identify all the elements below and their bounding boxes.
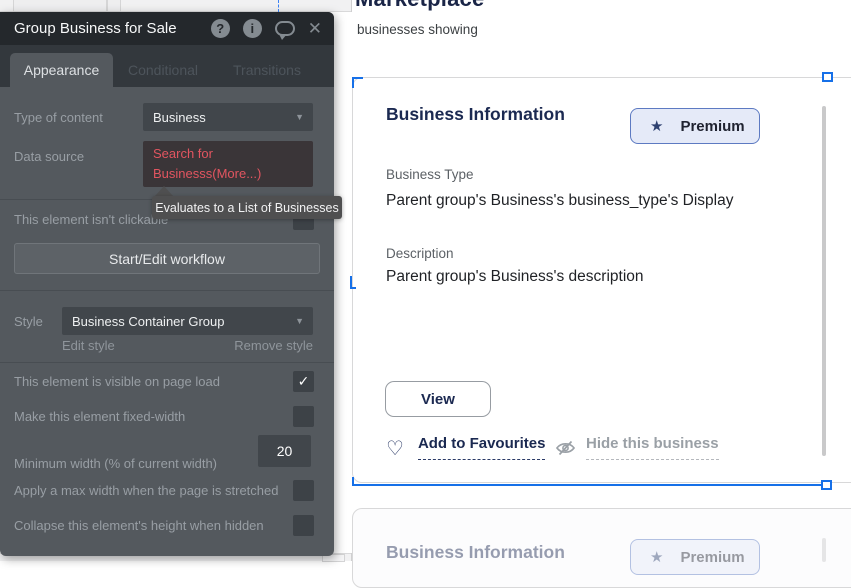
editor-top-strip xyxy=(0,0,352,12)
type-of-content-value: Business xyxy=(153,110,206,125)
editor-chrome-box xyxy=(107,0,121,12)
close-icon[interactable]: ✕ xyxy=(308,20,322,37)
selection-bottom-line xyxy=(352,484,830,486)
hide-business-link[interactable]: Hide this business xyxy=(555,435,719,460)
start-edit-workflow-button[interactable]: Start/Edit workflow xyxy=(14,243,320,274)
clickable-label: This element isn't clickable xyxy=(14,212,168,227)
chevron-down-icon: ▼ xyxy=(295,112,304,122)
ruler-guide-line xyxy=(278,0,279,12)
tab-conditional[interactable]: Conditional xyxy=(118,53,208,87)
star-icon: ★ xyxy=(650,548,663,566)
visible-label: This element is visible on page load xyxy=(14,374,220,389)
fixed-width-checkbox[interactable] xyxy=(293,406,314,427)
help-icon[interactable]: ? xyxy=(211,19,230,38)
collapse-label: Collapse this element's height when hidd… xyxy=(14,518,264,533)
view-button[interactable]: View xyxy=(385,381,491,417)
page-edge-line xyxy=(351,0,352,12)
collapse-row: Collapse this element's height when hidd… xyxy=(14,515,314,536)
card-heading: Business Information xyxy=(386,104,565,125)
business-type-value: Parent group's Business's business_type'… xyxy=(386,192,733,210)
tab-appearance[interactable]: Appearance xyxy=(10,53,113,87)
type-of-content-label: Type of content xyxy=(14,110,103,125)
premium-badge[interactable]: ★ Premium xyxy=(630,108,760,144)
style-dropdown[interactable]: Business Container Group ▼ xyxy=(62,307,313,335)
evaluates-tooltip: Evaluates to a List of Businesses xyxy=(152,196,342,219)
edit-style-link[interactable]: Edit style xyxy=(62,338,115,353)
divider xyxy=(0,290,334,291)
eye-off-icon xyxy=(555,439,576,457)
visible-checkbox[interactable]: ✓ xyxy=(293,371,314,392)
type-of-content-dropdown[interactable]: Business ▼ xyxy=(143,103,313,131)
property-editor-panel: Group Business for Sale ? i ✕ Appearance… xyxy=(0,12,334,556)
panel-tabstrip: Appearance Conditional Transitions xyxy=(0,45,334,87)
premium-label: Premium xyxy=(680,549,744,566)
max-width-label: Apply a max width when the page is stret… xyxy=(14,483,278,498)
hide-business-label: Hide this business xyxy=(586,435,719,460)
card-scrollbar[interactable] xyxy=(822,538,826,562)
add-to-favourites-link[interactable]: ♡ Add to Favourites xyxy=(386,435,545,460)
card-scrollbar[interactable] xyxy=(822,106,826,456)
tab-transitions[interactable]: Transitions xyxy=(222,53,312,87)
selection-top-handle[interactable] xyxy=(822,72,833,82)
data-source-label: Data source xyxy=(14,149,84,164)
business-type-label: Business Type xyxy=(386,167,474,182)
collapse-checkbox[interactable] xyxy=(293,515,314,536)
remove-style-link[interactable]: Remove style xyxy=(234,338,313,353)
panel-header: Group Business for Sale ? i ✕ xyxy=(0,12,334,45)
min-width-label: Minimum width (% of current width) xyxy=(14,456,217,471)
max-width-row: Apply a max width when the page is stret… xyxy=(14,480,314,501)
chevron-down-icon: ▼ xyxy=(295,316,304,326)
panel-title: Group Business for Sale xyxy=(0,20,177,37)
premium-label: Premium xyxy=(680,118,744,135)
selection-top-left-bracket xyxy=(352,77,354,88)
editor-chrome-box xyxy=(13,0,107,12)
business-card-faded: Business Information ★ Premium xyxy=(352,508,851,588)
businesses-showing-text: businesses showing xyxy=(357,22,478,37)
fixed-width-row: Make this element fixed-width xyxy=(14,406,314,427)
selection-bottom-handle[interactable] xyxy=(821,480,832,490)
description-value: Parent group's Business's description xyxy=(386,268,644,286)
add-to-favourites-label: Add to Favourites xyxy=(418,435,546,460)
data-source-field[interactable]: Search for Businesss(More...) xyxy=(143,141,313,187)
fixed-width-label: Make this element fixed-width xyxy=(14,409,185,424)
min-width-input[interactable] xyxy=(258,435,311,467)
selection-left-bracket xyxy=(350,287,356,289)
tooltip-arrow xyxy=(155,186,173,196)
info-icon[interactable]: i xyxy=(243,19,262,38)
star-icon: ★ xyxy=(650,117,663,135)
divider xyxy=(0,362,334,363)
style-label: Style xyxy=(14,314,43,329)
style-value: Business Container Group xyxy=(72,314,224,329)
heart-icon: ♡ xyxy=(386,438,404,458)
selection-bottom-left-bracket xyxy=(352,477,354,486)
premium-badge[interactable]: ★ Premium xyxy=(630,539,760,575)
visible-row: This element is visible on page load ✓ xyxy=(14,371,314,392)
card-heading: Business Information xyxy=(386,542,565,563)
comment-icon[interactable] xyxy=(275,21,295,36)
description-label: Description xyxy=(386,246,454,261)
page-title: Marketplace xyxy=(355,0,484,12)
business-card: Business Information ★ Premium Business … xyxy=(352,77,851,483)
max-width-checkbox[interactable] xyxy=(293,480,314,501)
